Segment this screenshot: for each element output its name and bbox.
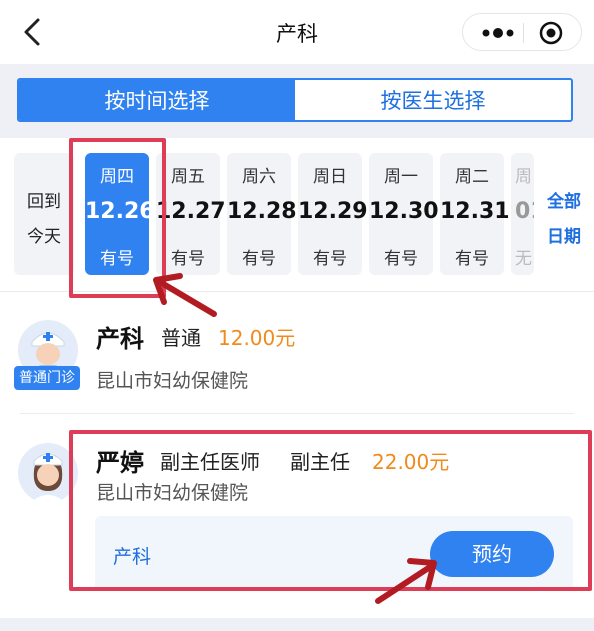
doctor-row[interactable]: 普通门诊 产科 普通 12.00元 昆山市妇幼保健院 bbox=[0, 292, 594, 414]
all-dates-line1: 全部 bbox=[547, 192, 581, 212]
date-status: 有号 bbox=[242, 249, 276, 269]
date-card[interactable]: 周六 12.28 有号 bbox=[227, 153, 297, 275]
bottom-band bbox=[0, 618, 594, 631]
tab-by-time[interactable]: 按时间选择 bbox=[19, 80, 295, 120]
doctor-title: 副主任医师 bbox=[160, 450, 260, 474]
hospital-name: 昆山市妇幼保健院 bbox=[96, 482, 249, 504]
date-card[interactable]: 周四 12.26 有号 bbox=[85, 153, 155, 275]
all-dates-button[interactable]: 全部 日期 bbox=[534, 153, 594, 275]
date-value: 12.27 bbox=[156, 199, 226, 224]
tab-by-doctor[interactable]: 按医生选择 bbox=[295, 80, 571, 120]
appointment-slot: 产科 预约 bbox=[95, 516, 573, 591]
capsule-divider bbox=[523, 23, 524, 43]
doctor-title: 普通 bbox=[161, 326, 201, 350]
doctor-name: 严婷 bbox=[96, 449, 144, 477]
today-label-line1: 回到 bbox=[27, 192, 61, 212]
date-value: 12.26 bbox=[85, 199, 155, 224]
date-status: 无 bbox=[515, 249, 532, 269]
doctor-title-short: 副主任 bbox=[290, 450, 350, 474]
book-button[interactable]: 预约 bbox=[430, 531, 554, 577]
general-clinic-badge: 普通门诊 bbox=[14, 366, 80, 390]
date-status: 有号 bbox=[171, 249, 205, 269]
nav-bar: 产科 bbox=[0, 0, 594, 64]
segmented-control: 按时间选择 按医生选择 bbox=[17, 78, 573, 122]
date-weekday: 周二 bbox=[455, 167, 489, 187]
back-to-today-button[interactable]: 回到 今天 bbox=[14, 153, 74, 275]
date-card[interactable]: 周五 12.27 有号 bbox=[156, 153, 226, 275]
date-weekday: 周一 bbox=[384, 167, 418, 187]
date-weekday: 周 bbox=[515, 167, 532, 187]
date-selector: 回到 今天 周四 12.26 有号 周五 12.27 有号 周六 12.28 有… bbox=[0, 138, 594, 292]
date-status: 有号 bbox=[384, 249, 418, 269]
date-card[interactable]: 周一 12.30 有号 bbox=[369, 153, 439, 275]
more-dots-icon[interactable] bbox=[481, 24, 515, 42]
date-value: 12.30 bbox=[369, 199, 439, 224]
all-dates-line2: 日期 bbox=[547, 227, 581, 247]
doctor-name: 产科 bbox=[96, 325, 144, 353]
date-card[interactable]: 周二 12.31 有号 bbox=[440, 153, 510, 275]
date-weekday: 周六 bbox=[242, 167, 276, 187]
doctor-fee: 22.00元 bbox=[372, 450, 450, 474]
doctor-fee: 12.00元 bbox=[218, 326, 296, 350]
slot-department: 产科 bbox=[113, 546, 152, 568]
mini-program-capsule bbox=[462, 13, 582, 51]
date-status: 有号 bbox=[313, 249, 347, 269]
date-status: 有号 bbox=[455, 249, 489, 269]
date-value: 12.29 bbox=[298, 199, 368, 224]
date-weekday: 周四 bbox=[100, 167, 134, 187]
date-weekday: 周日 bbox=[313, 167, 347, 187]
date-value: 12.28 bbox=[227, 199, 297, 224]
date-value: 12.31 bbox=[440, 199, 510, 224]
female-doctor-avatar-icon bbox=[18, 443, 78, 503]
date-value: 01 bbox=[515, 199, 534, 224]
hospital-name: 昆山市妇幼保健院 bbox=[96, 370, 249, 392]
doctor-row[interactable]: 严婷 副主任医师 副主任 22.00元 昆山市妇幼保健院 产科 预约 bbox=[0, 415, 594, 631]
row-divider bbox=[20, 413, 574, 414]
date-card-partial[interactable]: 周 01 无 bbox=[511, 153, 534, 275]
date-card[interactable]: 周日 12.29 有号 bbox=[298, 153, 368, 275]
today-label-line2: 今天 bbox=[27, 227, 61, 247]
close-target-icon[interactable] bbox=[539, 21, 563, 45]
date-status: 有号 bbox=[100, 249, 134, 269]
date-weekday: 周五 bbox=[171, 167, 205, 187]
